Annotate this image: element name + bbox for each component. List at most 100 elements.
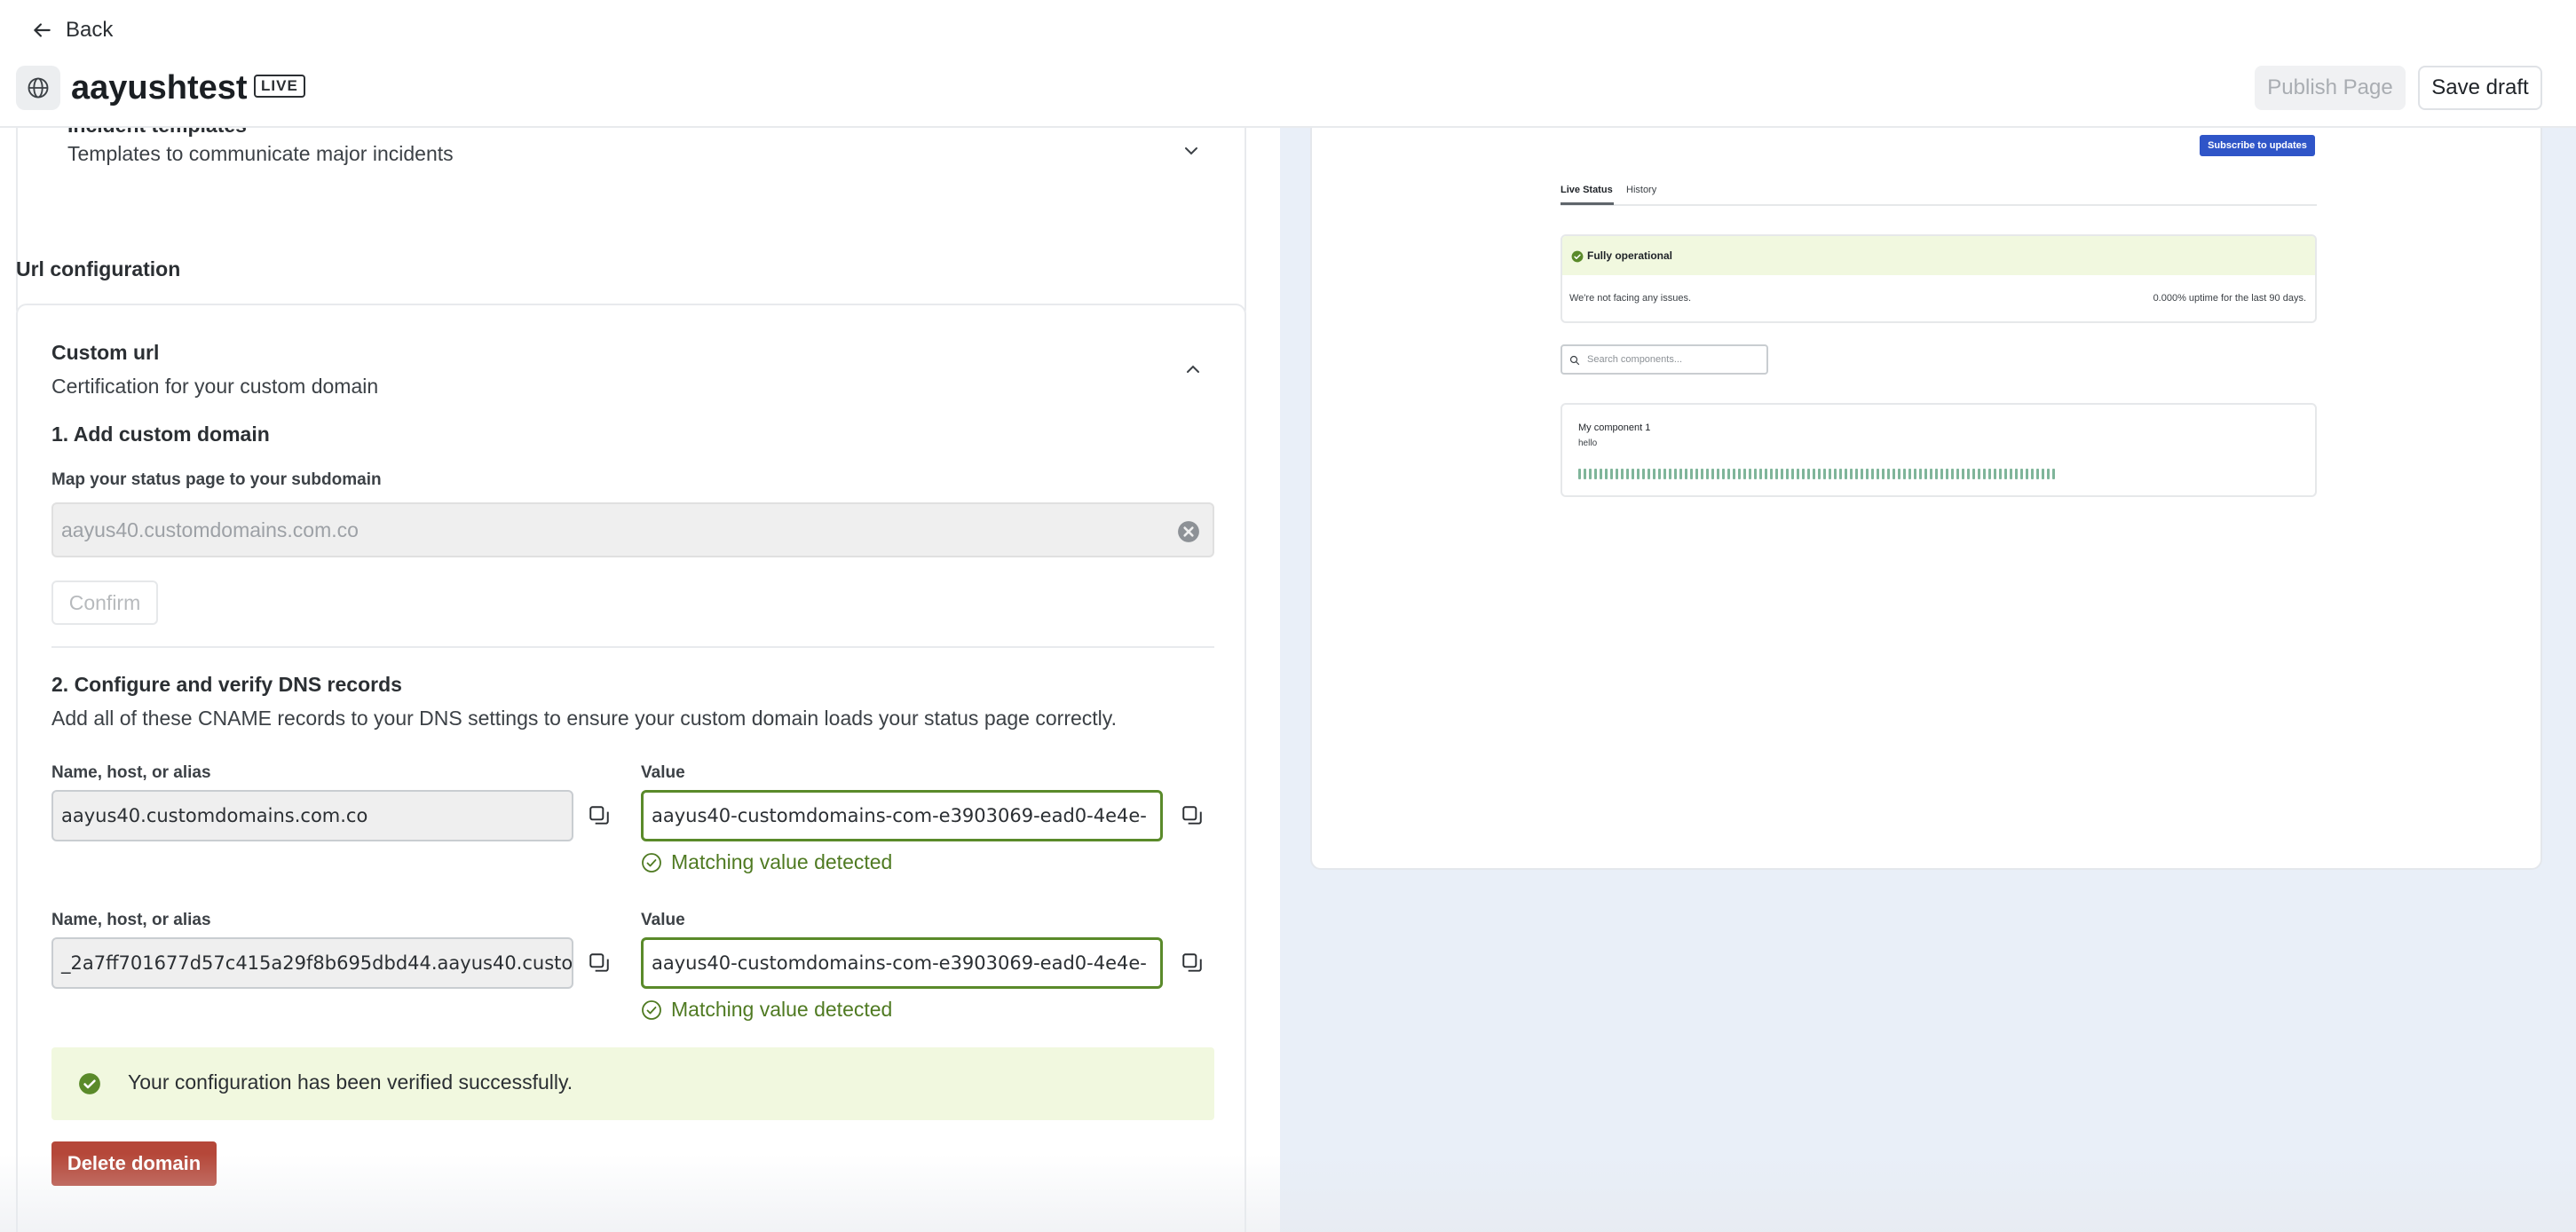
settings-panel: Incident templates Templates to communic… — [0, 128, 1280, 1232]
clear-input-icon[interactable] — [1177, 520, 1200, 543]
uptime-tick — [1882, 469, 1885, 479]
confirm-button[interactable]: Confirm — [51, 580, 158, 625]
preview-tabs: Live Status History — [1561, 181, 2317, 206]
uptime-tick — [1839, 469, 1842, 479]
custom-domain-input[interactable]: aayus40.customdomains.com.co — [51, 502, 1214, 557]
subdomain-field-label: Map your status page to your subdomain — [51, 470, 382, 489]
uptime-tick — [1972, 469, 1975, 479]
top-bar: Back aayushtest LIVE Publish Page Save d… — [0, 0, 2576, 128]
record-1-value-field[interactable]: aayus40-customdomains-com-e3903069-ead0-… — [641, 790, 1163, 841]
uptime-tick — [1871, 469, 1874, 479]
uptime-tick — [1738, 469, 1741, 479]
uptime-tick — [1621, 469, 1624, 479]
incident-templates-card[interactable]: Incident templates Templates to communic… — [16, 128, 1246, 318]
chevron-down-icon[interactable] — [1181, 140, 1202, 162]
search-icon — [1569, 355, 1580, 366]
record-1-name-field[interactable]: aayus40.customdomains.com.co — [51, 790, 573, 841]
uptime-tick — [1717, 469, 1719, 479]
record-1-value-label: Value — [641, 763, 685, 782]
uptime-tick — [1855, 469, 1858, 479]
incident-templates-title: Incident templates — [67, 128, 247, 138]
copy-icon[interactable] — [588, 804, 611, 827]
uptime-tick — [1967, 469, 1970, 479]
uptime-tick — [1754, 469, 1757, 479]
url-configuration-heading: Url configuration — [16, 257, 181, 280]
incident-templates-subtitle: Templates to communicate major incidents — [67, 142, 454, 165]
uptime-tick — [1781, 469, 1783, 479]
status-page-preview: Subscribe to updates Live Status History… — [1310, 128, 2542, 870]
uptime-tick — [1701, 469, 1703, 479]
record-2-match-status: Matching value detected — [641, 998, 892, 1022]
uptime-tick — [1765, 469, 1767, 479]
uptime-tick — [1711, 469, 1714, 479]
uptime-tick — [1679, 469, 1682, 479]
chevron-up-icon[interactable] — [1182, 359, 1204, 380]
uptime-text: 0.000% uptime for the last 90 days. — [2153, 293, 2306, 304]
add-custom-domain-heading: 1. Add custom domain — [51, 423, 270, 446]
globe-button[interactable] — [16, 66, 60, 110]
globe-icon — [28, 77, 49, 99]
configure-dns-heading: 2. Configure and verify DNS records — [51, 673, 402, 696]
status-title: Fully operational — [1587, 249, 1673, 262]
status-message: We're not facing any issues. — [1569, 293, 1692, 304]
record-1-match-status: Matching value detected — [641, 850, 892, 874]
uptime-tick — [1908, 469, 1911, 479]
back-link[interactable]: Back — [30, 18, 113, 43]
uptime-tick — [1653, 469, 1655, 479]
uptime-tick — [1791, 469, 1794, 479]
subscribe-to-updates-button[interactable]: Subscribe to updates — [2200, 135, 2315, 156]
active-tab-indicator — [1561, 202, 1614, 205]
uptime-tick — [2031, 469, 2034, 479]
uptime-tick — [1983, 469, 1986, 479]
uptime-tick — [1823, 469, 1826, 479]
component-name: My component 1 — [1578, 423, 1651, 433]
uptime-tick — [1594, 469, 1597, 479]
uptime-tick — [1610, 469, 1613, 479]
uptime-tick — [1743, 469, 1746, 479]
uptime-tick — [1690, 469, 1693, 479]
tab-history[interactable]: History — [1626, 185, 1656, 195]
arrow-left-icon — [34, 23, 51, 37]
status-page-preview-area: Subscribe to updates Live Status History… — [1280, 128, 2576, 1232]
uptime-tick — [1951, 469, 1954, 479]
uptime-tick — [1813, 469, 1815, 479]
uptime-tick — [1802, 469, 1805, 479]
uptime-tick — [1988, 469, 1991, 479]
match-text: Matching value detected — [671, 998, 893, 1021]
save-draft-button[interactable]: Save draft — [2418, 66, 2542, 110]
uptime-tick — [1589, 469, 1592, 479]
uptime-tick — [1695, 469, 1698, 479]
uptime-tick — [1919, 469, 1922, 479]
tab-live-status[interactable]: Live Status — [1561, 185, 1613, 195]
match-text: Matching value detected — [671, 850, 893, 873]
record-2-value-field[interactable]: aayus40-customdomains-com-e3903069-ead0-… — [641, 937, 1163, 989]
uptime-tick — [1759, 469, 1762, 479]
component-search-input[interactable]: Search components... — [1561, 344, 1768, 375]
configure-dns-description: Add all of these CNAME records to your D… — [51, 707, 1117, 730]
uptime-tick — [1797, 469, 1799, 479]
check-circle-icon — [642, 999, 661, 1020]
uptime-tick — [1642, 469, 1645, 479]
delete-domain-button[interactable]: Delete domain — [51, 1141, 217, 1186]
component-description: hello — [1578, 438, 1598, 448]
uptime-tick — [2004, 469, 2007, 479]
uptime-tick — [1887, 469, 1890, 479]
uptime-tick — [1632, 469, 1634, 479]
copy-icon[interactable] — [1181, 952, 1204, 975]
uptime-tick — [1727, 469, 1730, 479]
uptime-tick — [1999, 469, 2002, 479]
uptime-tick — [2026, 469, 2028, 479]
check-circle-filled-icon — [79, 1073, 100, 1094]
uptime-tick — [1940, 469, 1943, 479]
uptime-tick — [1733, 469, 1735, 479]
uptime-tick — [1956, 469, 1959, 479]
uptime-tick — [1898, 469, 1900, 479]
publish-page-button[interactable]: Publish Page — [2255, 66, 2406, 110]
page-title: aayushtest — [71, 69, 248, 107]
copy-icon[interactable] — [588, 952, 611, 975]
copy-icon[interactable] — [1181, 804, 1204, 827]
uptime-tick — [1903, 469, 1906, 479]
live-badge: LIVE — [254, 75, 305, 98]
divider — [51, 646, 1214, 648]
record-2-name-field[interactable]: _2a7ff701677d57c415a29f8b695dbd44.aayus4… — [51, 937, 573, 989]
